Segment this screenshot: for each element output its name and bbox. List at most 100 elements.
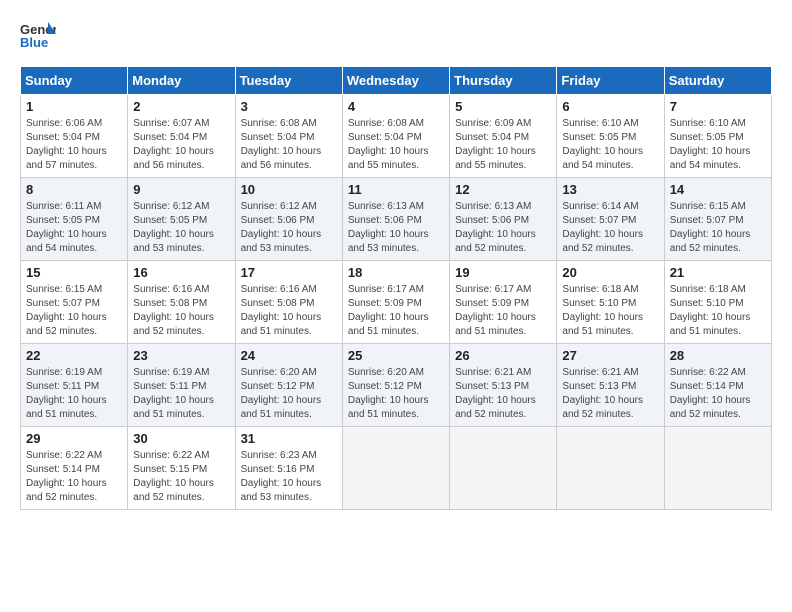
day-info: Sunrise: 6:11 AMSunset: 5:05 PMDaylight:… — [26, 200, 122, 256]
calendar-header-row: SundayMondayTuesdayWednesdayThursdayFrid… — [21, 67, 772, 95]
calendar-cell: 25 Sunrise: 6:20 AMSunset: 5:12 PMDayligh… — [342, 344, 449, 427]
calendar-cell: 5 Sunrise: 6:09 AMSunset: 5:04 PMDaylight… — [450, 95, 557, 178]
day-info: Sunrise: 6:17 AMSunset: 5:09 PMDaylight:… — [455, 283, 551, 339]
calendar-cell: 1Sunrise: 6:06 AMSunset: 5:04 PMDaylight… — [21, 95, 128, 178]
day-info: Sunrise: 6:16 AMSunset: 5:08 PMDaylight:… — [241, 283, 337, 339]
day-info: Sunrise: 6:22 AMSunset: 5:14 PMDaylight:… — [26, 449, 122, 505]
calendar-cell: 6 Sunrise: 6:10 AMSunset: 5:05 PMDaylight… — [557, 95, 664, 178]
day-number: 12 — [455, 182, 551, 197]
day-number: 30 — [133, 431, 229, 446]
calendar-cell: 8 Sunrise: 6:11 AMSunset: 5:05 PMDaylight… — [21, 178, 128, 261]
calendar-cell — [342, 427, 449, 510]
day-number: 2 — [133, 99, 229, 114]
header-saturday: Saturday — [664, 67, 771, 95]
calendar-cell: 18 Sunrise: 6:17 AMSunset: 5:09 PMDayligh… — [342, 261, 449, 344]
day-number: 9 — [133, 182, 229, 197]
calendar-cell — [450, 427, 557, 510]
calendar-cell: 14Sunrise: 6:15 AMSunset: 5:07 PMDayligh… — [664, 178, 771, 261]
day-info: Sunrise: 6:10 AMSunset: 5:05 PMDaylight:… — [562, 117, 658, 173]
day-info: Sunrise: 6:19 AMSunset: 5:11 PMDaylight:… — [26, 366, 122, 422]
day-info: Sunrise: 6:17 AMSunset: 5:09 PMDaylight:… — [348, 283, 444, 339]
calendar-week-row: 1Sunrise: 6:06 AMSunset: 5:04 PMDaylight… — [21, 95, 772, 178]
day-number: 29 — [26, 431, 122, 446]
day-number: 13 — [562, 182, 658, 197]
day-number: 6 — [562, 99, 658, 114]
day-info: Sunrise: 6:22 AMSunset: 5:14 PMDaylight:… — [670, 366, 766, 422]
day-number: 31 — [241, 431, 337, 446]
day-info: Sunrise: 6:20 AMSunset: 5:12 PMDaylight:… — [348, 366, 444, 422]
day-number: 4 — [348, 99, 444, 114]
calendar-cell: 27 Sunrise: 6:21 AMSunset: 5:13 PMDayligh… — [557, 344, 664, 427]
calendar-week-row: 8 Sunrise: 6:11 AMSunset: 5:05 PMDaylight… — [21, 178, 772, 261]
calendar-cell: 20 Sunrise: 6:18 AMSunset: 5:10 PMDayligh… — [557, 261, 664, 344]
calendar-cell: 16Sunrise: 6:16 AMSunset: 5:08 PMDayligh… — [128, 261, 235, 344]
calendar-week-row: 29 Sunrise: 6:22 AMSunset: 5:14 PMDayligh… — [21, 427, 772, 510]
day-number: 18 — [348, 265, 444, 280]
calendar-week-row: 22 Sunrise: 6:19 AMSunset: 5:11 PMDayligh… — [21, 344, 772, 427]
calendar-cell — [664, 427, 771, 510]
day-info: Sunrise: 6:21 AMSunset: 5:13 PMDaylight:… — [562, 366, 658, 422]
day-number: 1 — [26, 99, 122, 114]
day-info: Sunrise: 6:13 AMSunset: 5:06 PMDaylight:… — [455, 200, 551, 256]
header-monday: Monday — [128, 67, 235, 95]
day-info: Sunrise: 6:21 AMSunset: 5:13 PMDaylight:… — [455, 366, 551, 422]
day-info: Sunrise: 6:10 AMSunset: 5:05 PMDaylight:… — [670, 117, 766, 173]
calendar-cell: 15 Sunrise: 6:15 AMSunset: 5:07 PMDayligh… — [21, 261, 128, 344]
day-number: 25 — [348, 348, 444, 363]
calendar-cell: 31 Sunrise: 6:23 AMSunset: 5:16 PMDayligh… — [235, 427, 342, 510]
day-info: Sunrise: 6:20 AMSunset: 5:12 PMDaylight:… — [241, 366, 337, 422]
calendar-cell: 24 Sunrise: 6:20 AMSunset: 5:12 PMDayligh… — [235, 344, 342, 427]
day-number: 11 — [348, 182, 444, 197]
calendar-cell: 23Sunrise: 6:19 AMSunset: 5:11 PMDayligh… — [128, 344, 235, 427]
calendar-cell: 10 Sunrise: 6:12 AMSunset: 5:06 PMDayligh… — [235, 178, 342, 261]
day-info: Sunrise: 6:18 AMSunset: 5:10 PMDaylight:… — [670, 283, 766, 339]
day-number: 20 — [562, 265, 658, 280]
day-number: 27 — [562, 348, 658, 363]
calendar-table: SundayMondayTuesdayWednesdayThursdayFrid… — [20, 66, 772, 510]
calendar-week-row: 15 Sunrise: 6:15 AMSunset: 5:07 PMDayligh… — [21, 261, 772, 344]
day-info: Sunrise: 6:15 AMSunset: 5:07 PMDaylight:… — [26, 283, 122, 339]
calendar-cell: 30 Sunrise: 6:22 AMSunset: 5:15 PMDayligh… — [128, 427, 235, 510]
day-number: 15 — [26, 265, 122, 280]
calendar-cell: 26Sunrise: 6:21 AMSunset: 5:13 PMDayligh… — [450, 344, 557, 427]
day-info: Sunrise: 6:07 AMSunset: 5:04 PMDaylight:… — [133, 117, 229, 173]
header-wednesday: Wednesday — [342, 67, 449, 95]
calendar-cell: 9Sunrise: 6:12 AMSunset: 5:05 PMDaylight… — [128, 178, 235, 261]
day-number: 14 — [670, 182, 766, 197]
logo: General Blue — [20, 20, 56, 50]
calendar-cell: 21 Sunrise: 6:18 AMSunset: 5:10 PMDayligh… — [664, 261, 771, 344]
calendar-cell: 7Sunrise: 6:10 AMSunset: 5:05 PMDaylight… — [664, 95, 771, 178]
day-info: Sunrise: 6:23 AMSunset: 5:16 PMDaylight:… — [241, 449, 337, 505]
logo-icon: General Blue — [20, 20, 56, 50]
calendar-cell: 17Sunrise: 6:16 AMSunset: 5:08 PMDayligh… — [235, 261, 342, 344]
day-number: 23 — [133, 348, 229, 363]
day-info: Sunrise: 6:16 AMSunset: 5:08 PMDaylight:… — [133, 283, 229, 339]
day-number: 22 — [26, 348, 122, 363]
day-number: 5 — [455, 99, 551, 114]
header-sunday: Sunday — [21, 67, 128, 95]
day-number: 19 — [455, 265, 551, 280]
day-number: 24 — [241, 348, 337, 363]
calendar-cell: 4 Sunrise: 6:08 AMSunset: 5:04 PMDaylight… — [342, 95, 449, 178]
day-info: Sunrise: 6:22 AMSunset: 5:15 PMDaylight:… — [133, 449, 229, 505]
day-number: 21 — [670, 265, 766, 280]
day-number: 8 — [26, 182, 122, 197]
day-info: Sunrise: 6:12 AMSunset: 5:06 PMDaylight:… — [241, 200, 337, 256]
header: General Blue — [20, 20, 772, 50]
calendar-cell: 11 Sunrise: 6:13 AMSunset: 5:06 PMDayligh… — [342, 178, 449, 261]
header-thursday: Thursday — [450, 67, 557, 95]
calendar-cell — [557, 427, 664, 510]
day-number: 10 — [241, 182, 337, 197]
day-number: 28 — [670, 348, 766, 363]
day-info: Sunrise: 6:18 AMSunset: 5:10 PMDaylight:… — [562, 283, 658, 339]
day-info: Sunrise: 6:09 AMSunset: 5:04 PMDaylight:… — [455, 117, 551, 173]
calendar-cell: 2 Sunrise: 6:07 AMSunset: 5:04 PMDaylight… — [128, 95, 235, 178]
calendar-cell: 29 Sunrise: 6:22 AMSunset: 5:14 PMDayligh… — [21, 427, 128, 510]
header-tuesday: Tuesday — [235, 67, 342, 95]
calendar-cell: 22 Sunrise: 6:19 AMSunset: 5:11 PMDayligh… — [21, 344, 128, 427]
day-info: Sunrise: 6:13 AMSunset: 5:06 PMDaylight:… — [348, 200, 444, 256]
calendar-cell: 13 Sunrise: 6:14 AMSunset: 5:07 PMDayligh… — [557, 178, 664, 261]
day-info: Sunrise: 6:08 AMSunset: 5:04 PMDaylight:… — [348, 117, 444, 173]
day-info: Sunrise: 6:14 AMSunset: 5:07 PMDaylight:… — [562, 200, 658, 256]
header-friday: Friday — [557, 67, 664, 95]
